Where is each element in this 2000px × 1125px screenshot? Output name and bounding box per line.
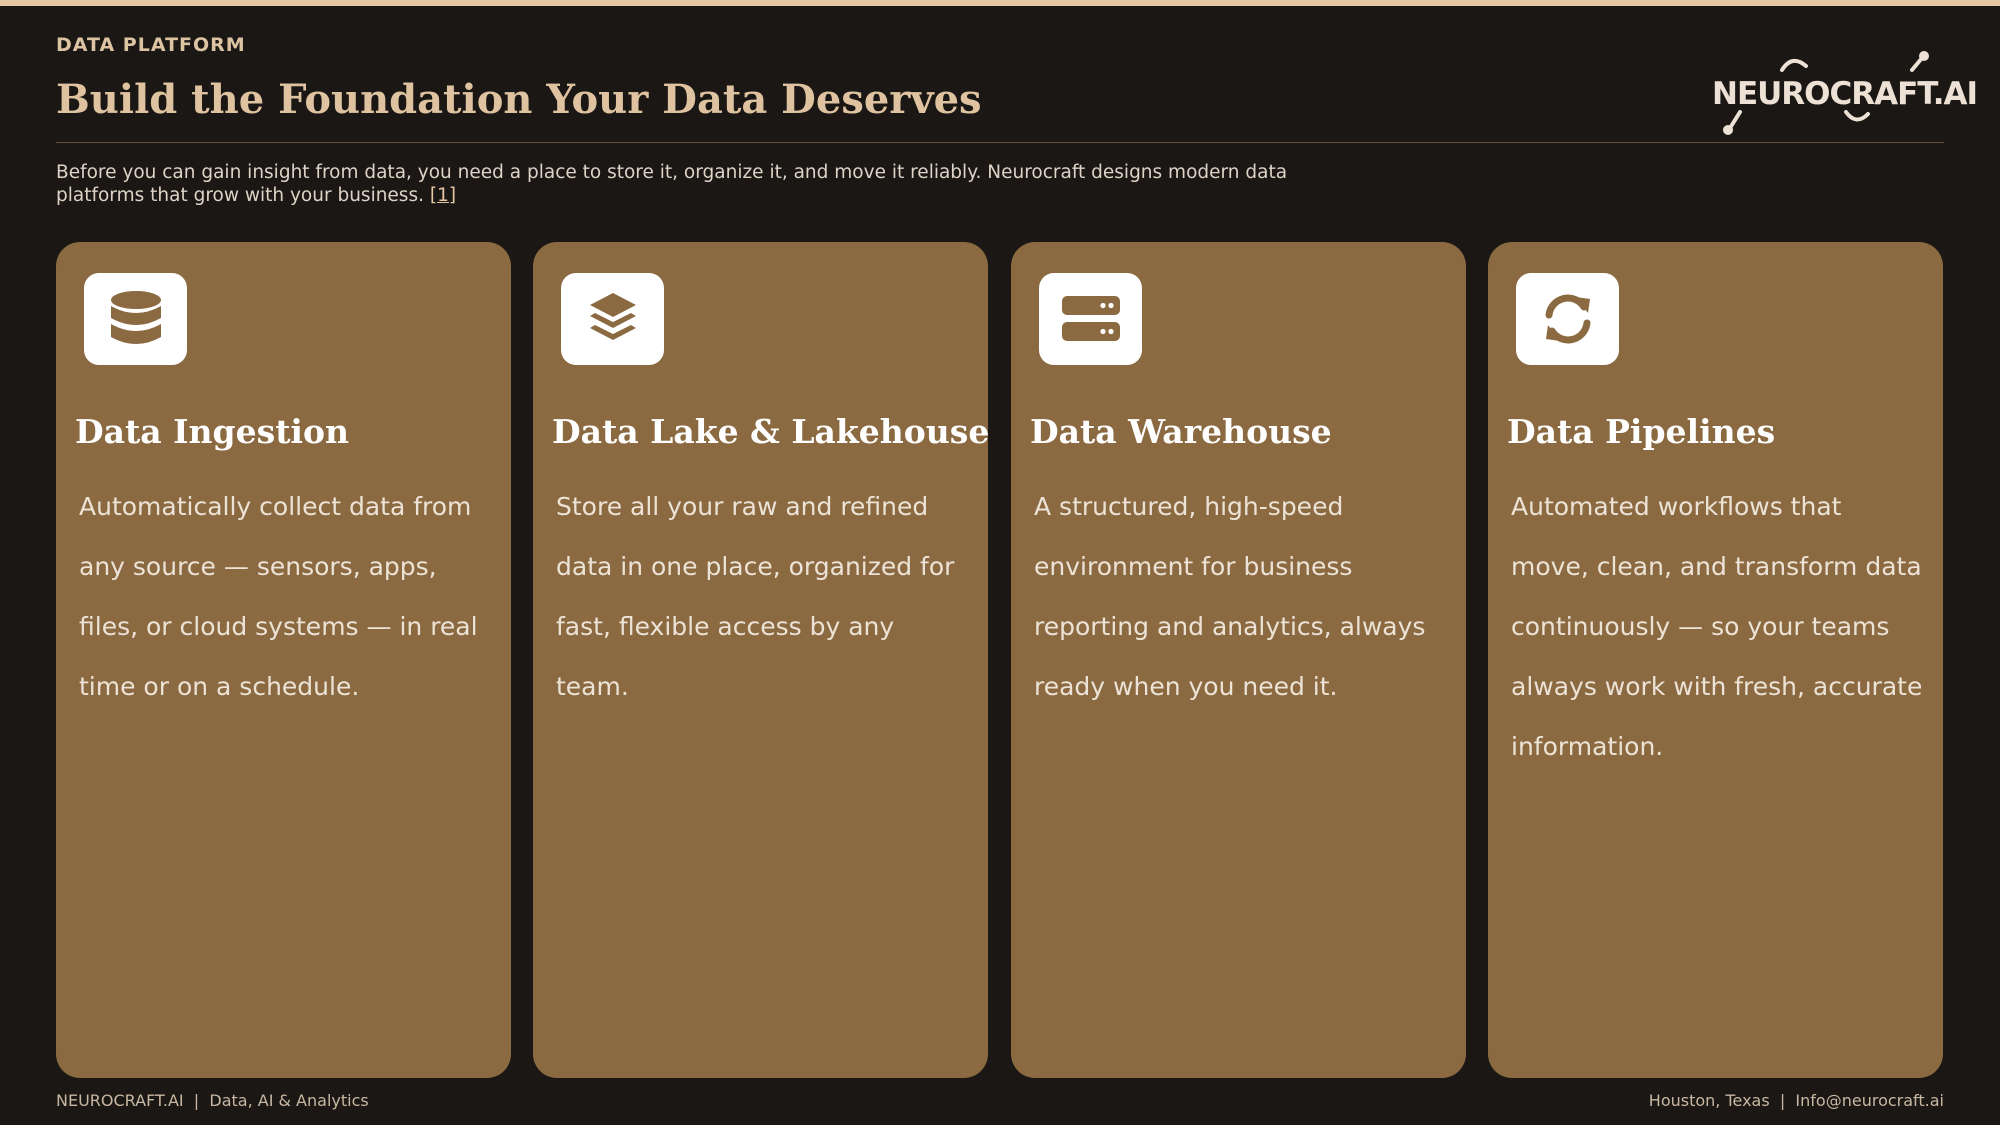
header-divider (56, 142, 1944, 143)
intro-text: Before you can gain insight from data, y… (56, 162, 1288, 206)
intro-paragraph: Before you can gain insight from data, y… (56, 161, 1356, 207)
section-eyebrow: DATA PLATFORM (56, 34, 246, 56)
logo-wordmark: NEUROCRAFT.AI (1712, 76, 1978, 112)
card-data-ingestion: Data Ingestion Automatically collect dat… (56, 242, 511, 1078)
card-description: Automatically collect data from any sour… (79, 492, 478, 701)
card-data-warehouse: Data Warehouse A structured, high-speed … (1011, 242, 1466, 1078)
citation-link[interactable]: [1] (430, 185, 456, 206)
page-title: Build the Foundation Your Data Deserves (56, 76, 982, 123)
footer-brand: NEUROCRAFT.AI | Data, AI & Analytics (56, 1091, 369, 1110)
layers-icon (561, 273, 664, 365)
card-title: Data Ingestion (75, 412, 349, 451)
card-title: Data Lake & Lakehouse (552, 412, 990, 451)
server-icon (1039, 273, 1142, 365)
sync-icon (1516, 273, 1619, 365)
card-description: A structured, high-speed environment for… (1034, 492, 1426, 701)
neurocraft-logo: NEUROCRAFT.AI (1700, 48, 1978, 138)
card-data-lake: Data Lake & Lakehouse Store all your raw… (533, 242, 990, 1078)
card-data-pipelines: Data Pipelines Automated workflows that … (1488, 242, 1943, 1078)
footer-contact: Houston, Texas | Info@neurocraft.ai (1648, 1091, 1944, 1110)
database-icon (84, 273, 187, 365)
top-accent-bar (0, 0, 2000, 6)
card-title: Data Pipelines (1507, 412, 1776, 451)
card-description: Store all your raw and refined data in o… (556, 492, 955, 701)
card-title: Data Warehouse (1030, 412, 1332, 451)
card-description: Automated workflows that move, clean, an… (1511, 492, 1923, 761)
